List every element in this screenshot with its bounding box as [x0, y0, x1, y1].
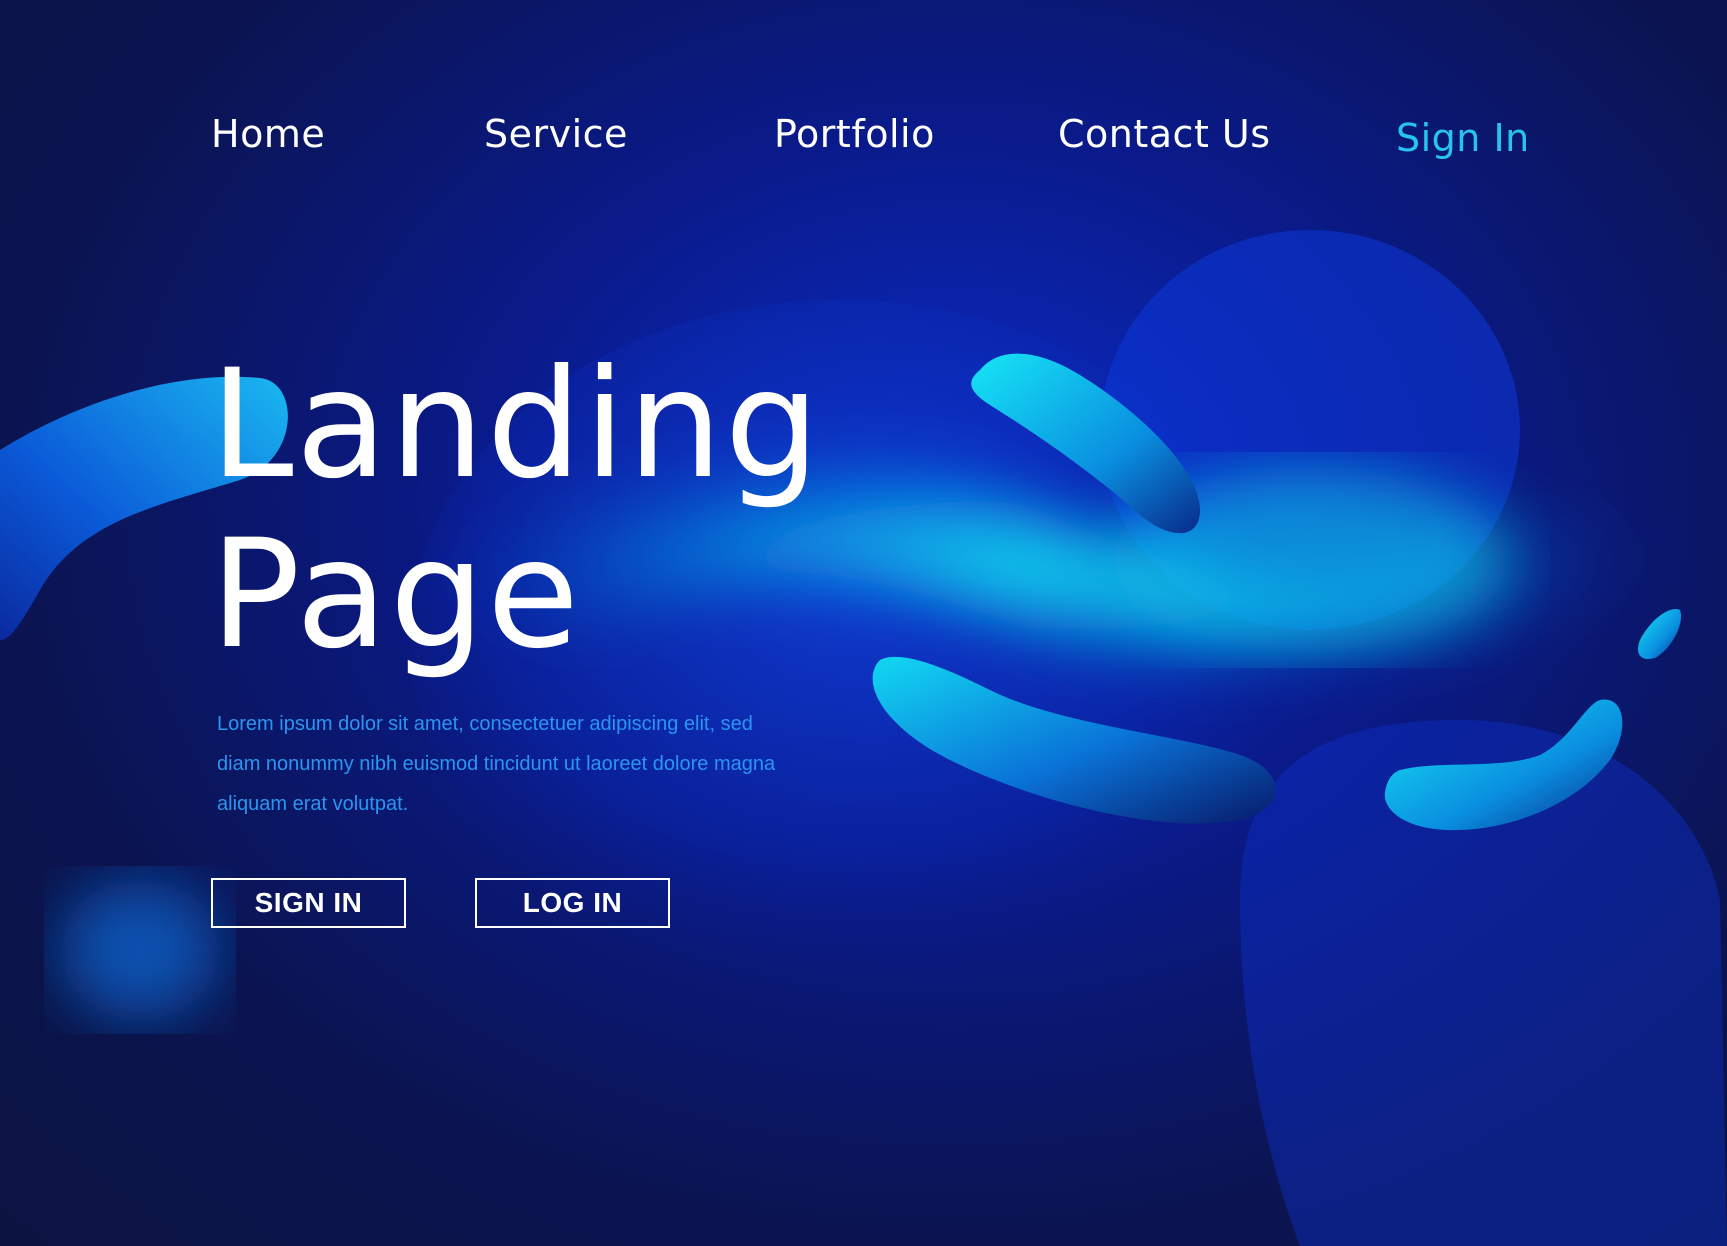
- nav-item-service[interactable]: Service: [484, 112, 628, 156]
- hero-title-line-1: Landing: [210, 338, 822, 512]
- log-in-button[interactable]: LOG IN: [475, 878, 670, 928]
- hero-title: Landing Page: [210, 340, 822, 680]
- top-navigation: Home Service Portfolio Contact Us Sign I…: [0, 112, 1727, 172]
- nav-item-portfolio[interactable]: Portfolio: [774, 112, 935, 156]
- nav-item-contact-us[interactable]: Contact Us: [1058, 112, 1271, 156]
- landing-page: Home Service Portfolio Contact Us Sign I…: [0, 0, 1727, 1246]
- nav-item-home[interactable]: Home: [211, 112, 325, 156]
- nav-sign-in-link[interactable]: Sign In: [1396, 116, 1530, 160]
- hero-title-line-2: Page: [210, 508, 582, 682]
- sign-in-button[interactable]: SIGN IN: [211, 878, 406, 928]
- hero-description: Lorem ipsum dolor sit amet, consectetuer…: [217, 713, 776, 815]
